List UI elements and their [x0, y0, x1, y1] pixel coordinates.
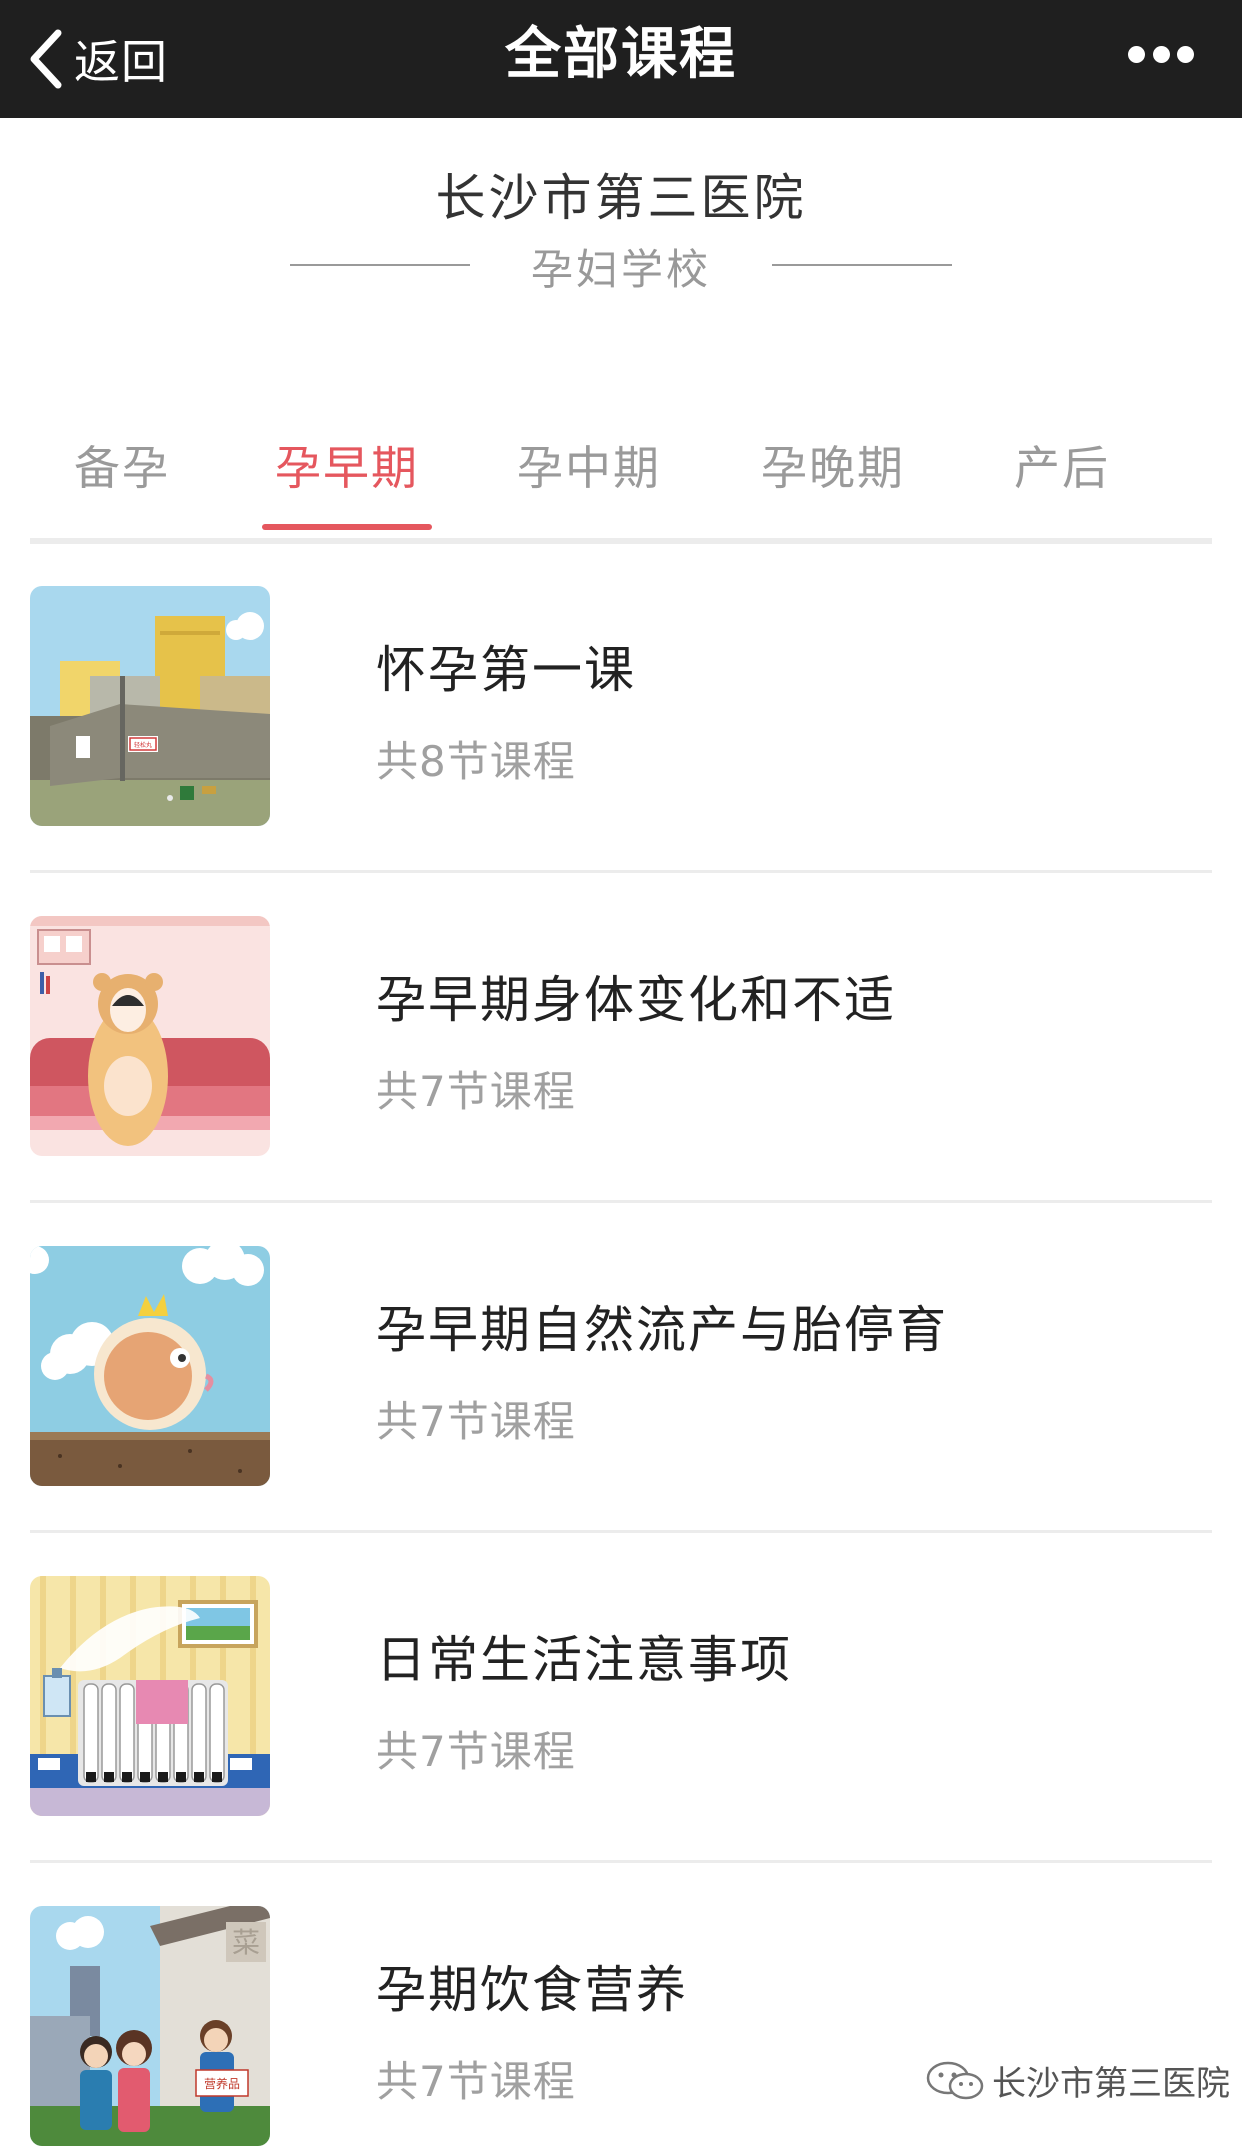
course-title: 日常生活注意事项 [376, 1631, 792, 1689]
course-item[interactable]: 孕早期身体变化和不适 共7节课程 [30, 916, 1212, 1246]
school-subtitle-row: 孕妇学校 [290, 236, 952, 296]
course-thumbnail [30, 1576, 270, 1816]
course-lesson-count: 共7节课程 [376, 1727, 576, 1776]
course-lesson-count: 共7节课程 [376, 1067, 576, 1116]
course-lesson-count: 共7节课程 [376, 1397, 576, 1446]
school-name: 孕妇学校 [530, 245, 711, 294]
stage-tabs: 备孕 孕早期 孕中期 孕晚期 产后 [30, 420, 1212, 544]
divider [30, 1530, 1212, 1533]
course-lesson-count: 共8节课程 [376, 737, 576, 786]
course-title: 怀孕第一课 [376, 641, 636, 699]
tab-early-pregnancy[interactable]: 孕早期 [262, 420, 432, 538]
course-title: 孕期饮食营养 [376, 1961, 688, 2019]
divider [30, 1860, 1212, 1863]
tab-mid-pregnancy[interactable]: 孕中期 [504, 420, 674, 538]
tab-postpartum[interactable]: 产后 [992, 420, 1132, 538]
wechat-icon [926, 2061, 984, 2100]
course-thumbnail [30, 1246, 270, 1486]
page-title: 全部课程 [505, 22, 737, 87]
course-item[interactable]: 日常生活注意事项 共7节课程 [30, 1576, 1212, 1906]
tab-late-pregnancy[interactable]: 孕晚期 [748, 420, 918, 538]
tab-pre-pregnancy[interactable]: 备孕 [52, 420, 192, 538]
more-icon[interactable] [1128, 40, 1194, 68]
course-title: 孕早期身体变化和不适 [376, 971, 896, 1029]
course-thumbnail: 轻松丸 [30, 586, 270, 826]
course-title: 孕早期自然流产与胎停育 [376, 1301, 948, 1359]
course-thumbnail [30, 916, 270, 1156]
divider-right [772, 264, 952, 266]
divider [30, 1200, 1212, 1203]
divider [30, 870, 1212, 873]
svg-text:菜: 菜 [232, 1926, 260, 1959]
course-thumbnail: 菜 营养品 [30, 1906, 270, 2146]
course-item[interactable]: 轻松丸 怀孕第一课 共8节课程 [30, 586, 1212, 916]
svg-text:轻松丸: 轻松丸 [134, 741, 152, 749]
nav-bar: 返回 全部课程 [0, 0, 1242, 118]
watermark: 长沙市第三医院 [924, 2058, 1230, 2104]
hospital-name: 长沙市第三医院 [435, 169, 807, 227]
course-item[interactable]: 孕早期自然流产与胎停育 共7节课程 [30, 1246, 1212, 1576]
course-lesson-count: 共7节课程 [376, 2057, 576, 2106]
watermark-text: 长沙市第三医院 [992, 2063, 1230, 2104]
tab-active-indicator [262, 524, 432, 530]
svg-text:营养品: 营养品 [204, 2076, 240, 2091]
